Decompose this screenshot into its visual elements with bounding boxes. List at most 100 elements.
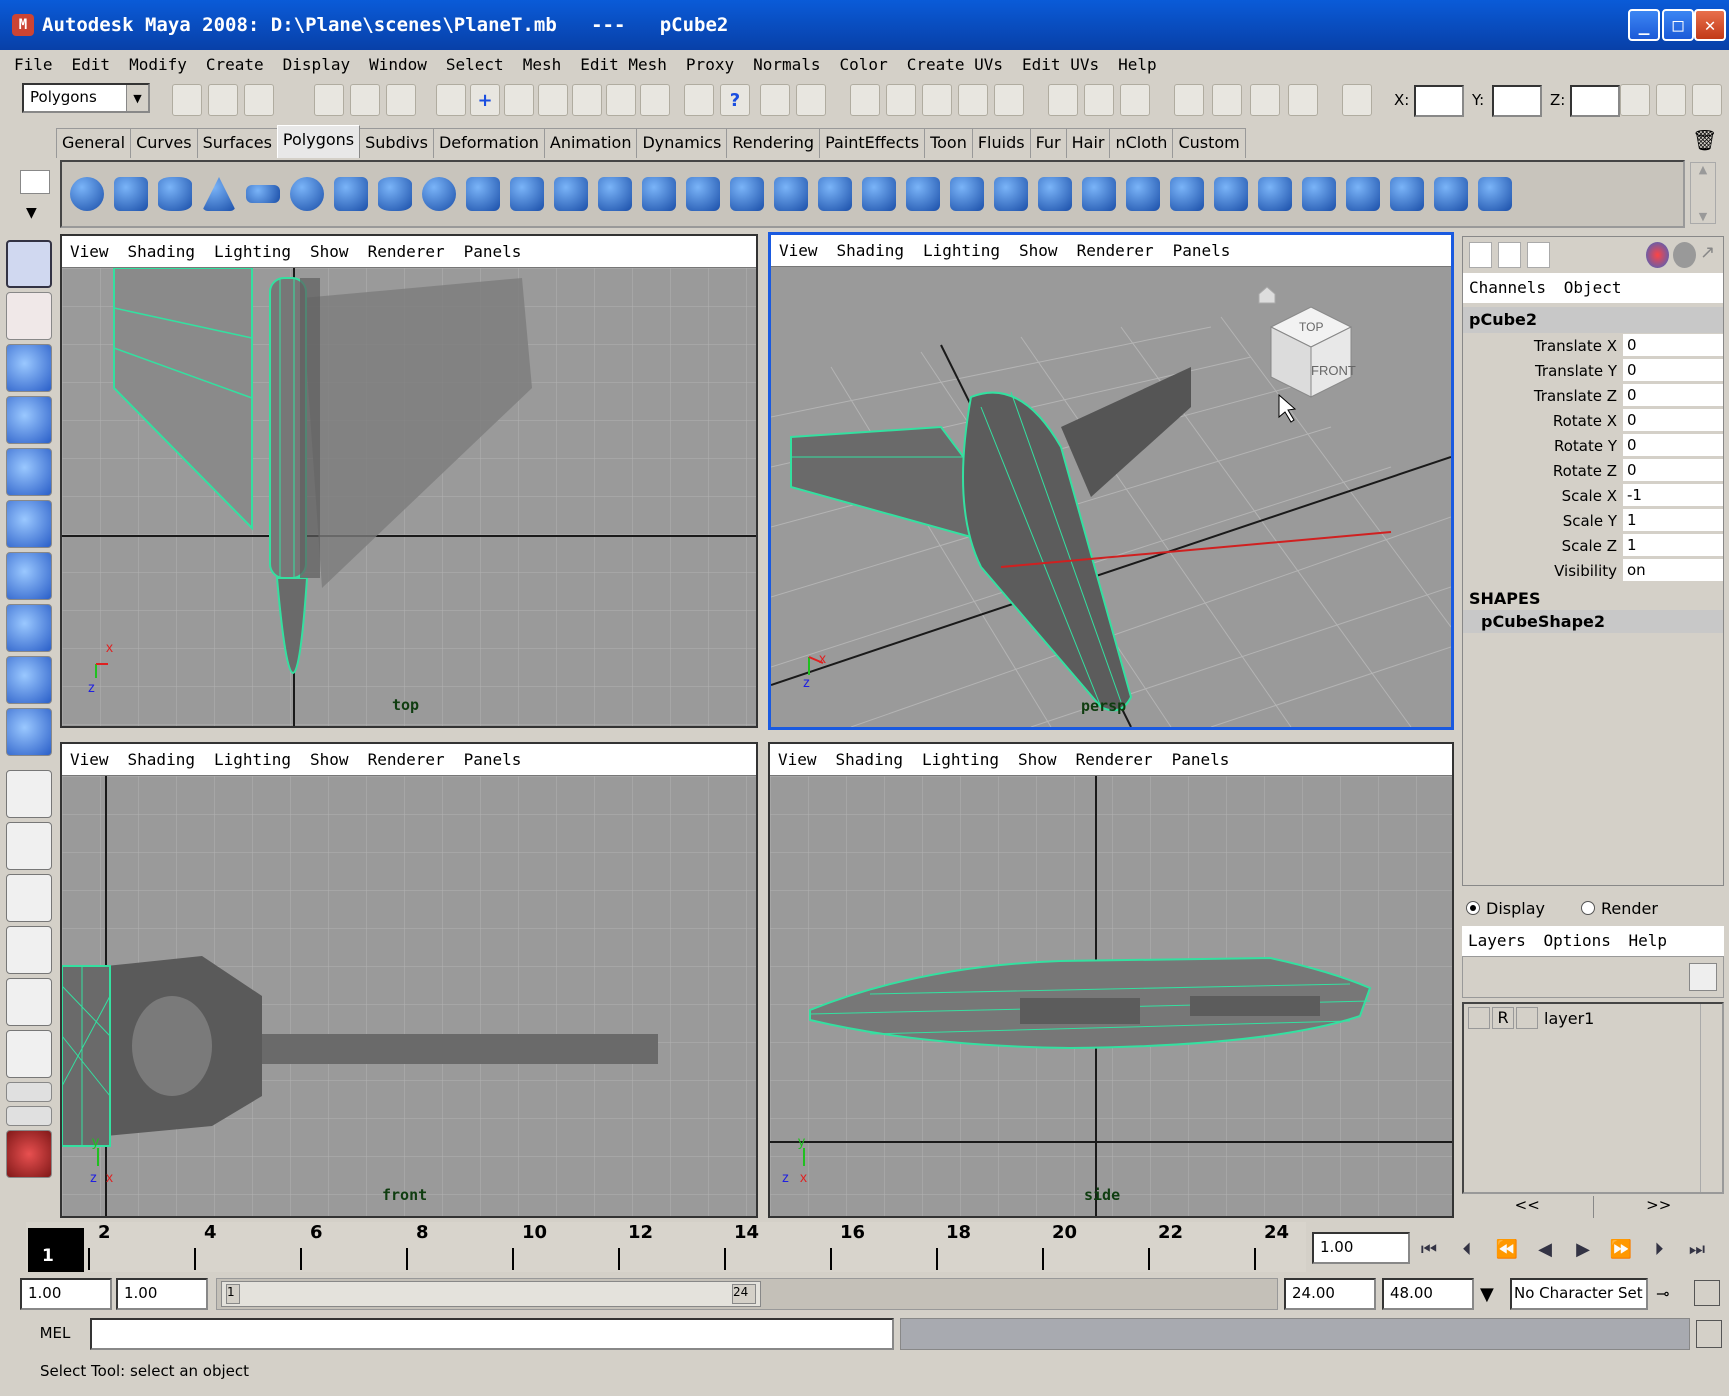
layer-render-toggle[interactable]: R [1492, 1007, 1514, 1029]
viewport-menu-panels[interactable]: Panels [464, 750, 522, 769]
paint-select-tool-icon[interactable] [6, 344, 52, 392]
viewport-menu-lighting[interactable]: Lighting [922, 750, 999, 769]
scale-tool-icon[interactable] [6, 500, 52, 548]
insert-edge-loop-icon[interactable] [902, 169, 944, 219]
viewport-menu-lighting[interactable]: Lighting [214, 242, 291, 261]
layer-prev-button[interactable]: << [1462, 1196, 1594, 1218]
attribute-row[interactable]: Rotate Z 0 [1463, 458, 1723, 483]
viewport-menu-panels[interactable]: Panels [464, 242, 522, 261]
snap-grid-icon[interactable] [850, 84, 880, 116]
bevel-icon[interactable] [1078, 169, 1120, 219]
custom-layout-icon[interactable] [6, 1082, 52, 1102]
bridge-icon[interactable] [770, 169, 812, 219]
z-field[interactable] [1570, 85, 1620, 117]
attribute-row[interactable]: Scale Y 1 [1463, 508, 1723, 533]
poly-helix-icon[interactable] [418, 169, 460, 219]
select-handles-icon[interactable] [436, 84, 466, 116]
viewport-top[interactable]: View Shading Lighting Show Renderer Pane… [60, 234, 758, 728]
menu-modify[interactable]: Modify [127, 55, 189, 74]
new-scene-icon[interactable] [172, 84, 202, 116]
make-live-icon[interactable] [994, 84, 1024, 116]
command-language-button[interactable]: MEL [20, 1316, 90, 1350]
tab-ncloth[interactable]: nCloth [1109, 128, 1174, 158]
time-slider[interactable]: 1 2 4 6 8 10 12 14 16 18 20 22 24 [26, 1222, 1306, 1272]
menu-object[interactable]: Object [1564, 278, 1622, 297]
viewport-menu-view[interactable]: View [70, 750, 109, 769]
poly-pipe-icon[interactable] [374, 169, 416, 219]
start-time-field[interactable]: 1.00 [20, 1278, 112, 1310]
go-to-end-icon[interactable]: ⏭ [1680, 1232, 1714, 1266]
close-button[interactable]: ✕ [1694, 9, 1726, 41]
single-perspective-layout-icon[interactable] [6, 770, 52, 818]
last-tool-icon[interactable] [6, 708, 52, 756]
playback-start-field[interactable]: 1.00 [116, 1278, 208, 1310]
menu-layers-help[interactable]: Help [1629, 931, 1668, 950]
layer-scrollbar[interactable] [1700, 1004, 1722, 1192]
output-connections-icon[interactable] [1084, 84, 1114, 116]
attribute-row[interactable]: Scale X -1 [1463, 483, 1723, 508]
tab-fur[interactable]: Fur [1029, 128, 1067, 158]
viewport-menu-panels[interactable]: Panels [1172, 750, 1230, 769]
menu-mesh[interactable]: Mesh [521, 55, 564, 74]
viewport-menu-view[interactable]: View [778, 750, 817, 769]
snap-view-plane-icon[interactable] [958, 84, 988, 116]
menu-color[interactable]: Color [838, 55, 890, 74]
menu-display[interactable]: Display [281, 55, 352, 74]
menu-layers[interactable]: Layers [1468, 931, 1526, 950]
viewport-canvas[interactable]: x z [62, 268, 756, 726]
viewport-menu-view[interactable]: View [779, 241, 818, 260]
viewport-menu-show[interactable]: Show [1018, 750, 1057, 769]
render-radio[interactable] [1580, 901, 1595, 915]
attribute-value[interactable]: 0 [1623, 334, 1723, 357]
range-slider[interactable]: 1 24 [216, 1278, 1278, 1310]
viewport-menu-renderer[interactable]: Renderer [1077, 241, 1154, 260]
range-start-handle[interactable]: 1 [226, 1284, 240, 1304]
viewport-canvas[interactable]: y z x [770, 776, 1452, 1216]
viewport-front[interactable]: View Shading Lighting Show Renderer Pane… [60, 742, 758, 1218]
shelf-tabs-toggle-icon[interactable] [20, 170, 50, 194]
layer-editor-view-icon[interactable] [1498, 242, 1522, 268]
display-radio[interactable] [1466, 901, 1480, 915]
viewport-menu-lighting[interactable]: Lighting [923, 241, 1000, 260]
menu-options[interactable]: Options [1543, 931, 1610, 950]
persp-graph-hypergraph-layout-icon[interactable] [6, 1030, 52, 1078]
layer-next-button[interactable]: >> [1594, 1196, 1725, 1218]
play-forwards-icon[interactable]: ▶ [1566, 1232, 1600, 1266]
shape-name[interactable]: pCubeShape2 [1463, 610, 1723, 633]
select-dynamics-icon[interactable] [640, 84, 670, 116]
tab-painteffects[interactable]: PaintEffects [819, 128, 926, 158]
attribute-value[interactable]: 0 [1623, 434, 1723, 457]
viewport-menu-renderer[interactable]: Renderer [368, 750, 445, 769]
select-component-icon[interactable] [386, 84, 416, 116]
range-slider-bar[interactable]: 1 24 [221, 1281, 761, 1307]
autodesk-logo-icon[interactable] [6, 1130, 52, 1178]
select-hierarchy-icon[interactable] [314, 84, 344, 116]
smooth-icon[interactable] [594, 169, 636, 219]
persp-outliner-layout-icon[interactable] [6, 874, 52, 922]
layer-visibility-toggle[interactable] [1468, 1007, 1490, 1029]
uv-texture-editor-icon[interactable] [1474, 169, 1516, 219]
command-input[interactable] [90, 1318, 894, 1350]
tab-hair[interactable]: Hair [1065, 128, 1111, 158]
viewport-menu-renderer[interactable]: Renderer [1076, 750, 1153, 769]
snap-curve-icon[interactable] [886, 84, 916, 116]
maya-app-icon[interactable]: M [12, 14, 34, 36]
step-back-key-icon[interactable]: ⏪ [1490, 1232, 1524, 1266]
custom-layout-2-icon[interactable] [6, 1106, 52, 1126]
extrude-icon[interactable] [726, 169, 768, 219]
menu-edit-mesh[interactable]: Edit Mesh [578, 55, 669, 74]
select-curves-icon[interactable] [538, 84, 568, 116]
render-view-icon[interactable] [1174, 84, 1204, 116]
construction-history-icon[interactable] [1120, 84, 1150, 116]
menu-help[interactable]: Help [1116, 55, 1159, 74]
attribute-value[interactable]: 0 [1623, 384, 1723, 407]
trash-icon[interactable]: 🗑 [1692, 128, 1717, 152]
step-back-frame-icon[interactable]: ⏴ [1450, 1232, 1484, 1266]
poke-icon[interactable] [1166, 169, 1208, 219]
move-tool-icon[interactable] [6, 396, 52, 444]
attribute-value[interactable]: -1 [1623, 484, 1723, 507]
ipr-render-icon[interactable] [1250, 84, 1280, 116]
attribute-value[interactable]: 0 [1623, 409, 1723, 432]
viewport-menu-renderer[interactable]: Renderer [368, 242, 445, 261]
attribute-row[interactable]: Scale Z 1 [1463, 533, 1723, 558]
